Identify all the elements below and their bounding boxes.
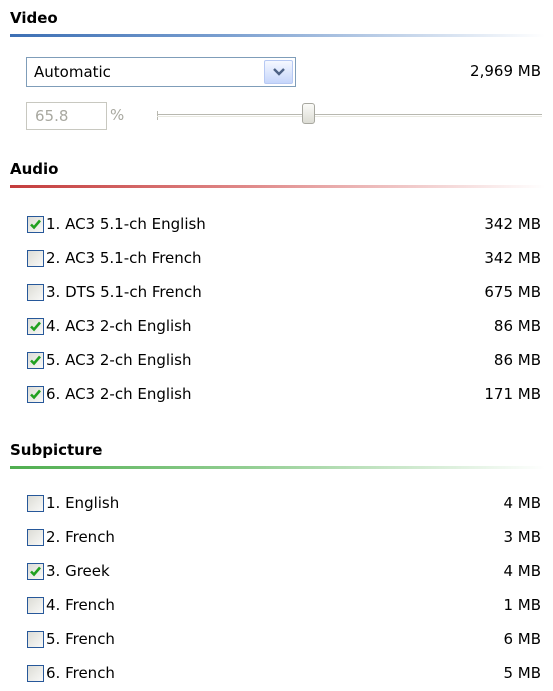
audio-track-label: 1. AC3 5.1-ch English [46,215,206,233]
audio-track-label: 6. AC3 2-ch English [46,385,192,403]
chevron-down-icon [273,68,285,76]
dropdown-button[interactable] [264,60,293,84]
subpicture-track-size: 4 MB [503,494,541,512]
subpicture-track-row[interactable]: 1. English 4 MB [0,490,553,520]
audio-track-row[interactable]: 6. AC3 2-ch English 171 MB [0,381,553,411]
subpicture-track-label: 4. French [46,596,115,614]
slider-thumb[interactable] [302,103,315,124]
video-quality-slider[interactable] [157,114,542,117]
video-quality-select[interactable]: Automatic [26,57,296,87]
checkmark-icon [30,219,41,230]
audio-track-size: 342 MB [484,249,541,267]
subpicture-track-label: 5. French [46,630,115,648]
subpicture-track-label: 1. English [46,494,120,512]
audio-track-row[interactable]: 3. DTS 5.1-ch French 675 MB [0,279,553,309]
subpicture-track-row[interactable]: 6. French 5 MB [0,660,553,690]
video-size: 2,969 MB [470,62,541,80]
audio-track-checkbox[interactable] [27,216,44,233]
video-percent-input[interactable]: 65.8 [26,102,107,130]
subpicture-track-checkbox[interactable] [27,495,44,512]
audio-track-size: 675 MB [484,283,541,301]
subpicture-track-label: 6. French [46,664,115,682]
subpicture-track-checkbox[interactable] [27,563,44,580]
subpicture-track-size: 1 MB [503,596,541,614]
subpicture-track-row[interactable]: 3. Greek 4 MB [0,558,553,588]
subpicture-track-checkbox[interactable] [27,631,44,648]
audio-track-size: 86 MB [493,351,541,369]
subpicture-track-size: 5 MB [503,664,541,682]
audio-track-label: 3. DTS 5.1-ch French [46,283,202,301]
audio-track-label: 2. AC3 5.1-ch French [46,249,202,267]
checkmark-icon [30,321,41,332]
subpicture-track-checkbox[interactable] [27,665,44,682]
subpicture-track-size: 4 MB [503,562,541,580]
audio-track-row[interactable]: 2. AC3 5.1-ch French 342 MB [0,245,553,275]
video-quality-value: Automatic [34,63,111,81]
audio-track-checkbox[interactable] [27,250,44,267]
subpicture-track-label: 3. Greek [46,562,110,580]
audio-track-checkbox[interactable] [27,352,44,369]
checkmark-icon [30,355,41,366]
subpicture-track-row[interactable]: 5. French 6 MB [0,626,553,656]
audio-track-row[interactable]: 4. AC3 2-ch English 86 MB [0,313,553,343]
subpicture-section-divider [10,466,545,469]
audio-track-checkbox[interactable] [27,318,44,335]
subpicture-track-checkbox[interactable] [27,597,44,614]
subpicture-track-size: 6 MB [503,630,541,648]
audio-track-label: 5. AC3 2-ch English [46,351,192,369]
audio-track-checkbox[interactable] [27,284,44,301]
subpicture-track-size: 3 MB [503,528,541,546]
audio-track-row[interactable]: 1. AC3 5.1-ch English 342 MB [0,211,553,241]
audio-track-size: 342 MB [484,215,541,233]
audio-track-label: 4. AC3 2-ch English [46,317,192,335]
checkmark-icon [30,389,41,400]
audio-track-size: 86 MB [493,317,541,335]
subpicture-section-title: Subpicture [10,441,103,459]
video-section-title: Video [10,9,58,27]
audio-track-checkbox[interactable] [27,386,44,403]
checkmark-icon [30,566,41,577]
video-percent-value: 65.8 [35,107,69,125]
audio-track-size: 171 MB [484,385,541,403]
audio-track-row[interactable]: 5. AC3 2-ch English 86 MB [0,347,553,377]
subpicture-track-checkbox[interactable] [27,529,44,546]
subpicture-track-row[interactable]: 4. French 1 MB [0,592,553,622]
percent-unit-label: % [110,106,125,124]
audio-section-divider [10,185,545,188]
subpicture-track-row[interactable]: 2. French 3 MB [0,524,553,554]
subpicture-track-label: 2. French [46,528,115,546]
audio-section-title: Audio [10,160,59,178]
video-section-divider [10,34,545,37]
